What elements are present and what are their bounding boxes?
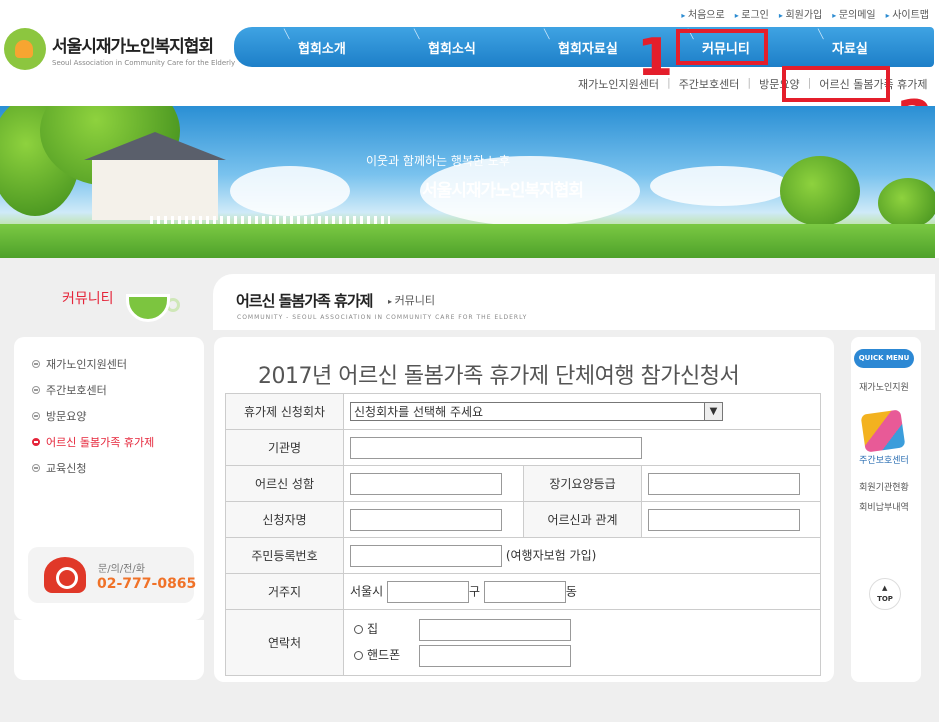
quick-menu-header: QUICK MENU [854,349,914,368]
highlight-box-community [676,29,768,65]
bullet-icon [32,438,40,446]
bullet-icon [32,360,40,368]
banner-title: 서울시재가노인복지협회 [422,181,584,201]
left-menu-footer [14,620,204,680]
lnb-item-home-support[interactable]: 재가노인지원센터 [32,351,204,377]
city-label: 서울시 [350,584,384,598]
nav-about[interactable]: 협회소개 [284,30,346,57]
home-phone-input[interactable] [418,618,571,641]
care-grade-input[interactable] [648,472,800,495]
gu-label: 구 [468,584,480,598]
lnb-item-day-care[interactable]: 주간보호센터 [32,377,204,403]
site-logo[interactable]: 서울시재가노인복지협회 Seoul Association in Communi… [4,28,235,70]
gu-input[interactable] [386,580,469,603]
nav-resources[interactable]: 자료실 [818,30,868,57]
quick-item-member-status[interactable]: 회원기관현황 [854,480,914,493]
util-link-login[interactable]: 로그인 [735,6,769,21]
rrn-note: (여행자보험 가입) [505,548,597,562]
main-nav: 협회소개 협회소식 협회자료실 커뮤니티 자료실 [234,27,934,67]
care-grade-label: 장기요양등급 [523,465,642,502]
lnb-item-education[interactable]: 교육신청 [32,455,204,481]
util-link-home[interactable]: 처음으로 [681,6,725,21]
home-radio[interactable] [354,625,363,634]
breadcrumb[interactable]: 커뮤니티 [388,292,435,308]
util-link-mail[interactable]: 문의메일 [832,6,876,21]
applicant-input[interactable] [350,508,502,531]
nav-archive[interactable]: 협회자료실 [544,30,618,57]
mobile-phone-input[interactable] [418,644,571,667]
quick-item-home-support[interactable]: 재가노인지원 [854,380,914,393]
section-name: 커뮤니티 [62,291,114,307]
hero-banner: 이웃과 함께하는 행복한 노후 서울시재가노인복지협회 [0,106,935,258]
subnav-home-support[interactable]: 재가노인지원센터 [578,76,659,92]
phone-icon [44,557,86,593]
page-title: 어르신 돌봄가족 휴가제 [236,292,373,310]
contact-number: 02-777-0865 [97,576,197,592]
rrn-label: 주민등록번호 [225,537,344,574]
nav-news[interactable]: 협회소식 [414,30,476,57]
application-form: 휴가제 신청회차 신청회차를 선택해 주세요 ▼ 기관명 어르신 성함 장기요양… [225,393,821,676]
highlight-box-vacation [782,66,890,102]
bullet-icon [32,412,40,420]
day-care-icon [860,409,906,453]
mobile-label: 핸드폰 [367,648,401,662]
elder-name-label: 어르신 성함 [225,465,344,502]
section-english-subtitle: COMMUNITY - SEOUL ASSOCIATION IN COMMUNI… [237,314,528,321]
org-label: 기관명 [225,429,344,466]
banner-tagline: 이웃과 함께하는 행복한 노후 [366,154,510,168]
utility-links: 처음으로 로그인 회원가입 문의메일 사이트맵 [681,6,929,21]
dong-input[interactable] [483,580,566,603]
top-button[interactable]: TOP [869,578,901,610]
lnb-item-family-vacation[interactable]: 어르신 돌봄가족 휴가제 [32,429,204,455]
contact-field-label: 연락처 [225,609,344,676]
quick-item-day-care[interactable]: 주간보호센터 [854,453,914,466]
util-link-join[interactable]: 회원가입 [779,6,822,21]
home-label: 집 [367,622,379,636]
house-illustration [84,132,226,220]
util-link-sitemap[interactable]: 사이트맵 [886,6,929,21]
logo-subtitle: Seoul Association in Community Care for … [52,58,236,67]
relation-input[interactable] [648,508,800,531]
round-label: 휴가제 신청회차 [225,393,344,430]
contact-label: 문/의/전/화 [98,564,145,575]
relation-label: 어르신과 관계 [523,501,642,538]
lnb-item-home-visit[interactable]: 방문요양 [32,403,204,429]
rrn-input[interactable] [350,544,502,567]
form-title: 2017년 어르신 돌봄가족 휴가제 단체여행 참가신청서 [258,364,740,389]
dong-label: 동 [565,584,577,598]
elder-name-input[interactable] [350,472,502,495]
tea-cup-icon [126,284,180,324]
bullet-icon [32,464,40,472]
logo-icon [4,28,46,70]
applicant-label: 신청자명 [225,501,344,538]
bullet-icon [32,386,40,394]
subnav-day-care[interactable]: 주간보호센터 [679,76,740,92]
chevron-down-icon: ▼ [704,403,722,420]
mobile-radio[interactable] [354,651,363,660]
quick-item-fee-history[interactable]: 회비납부내역 [854,500,914,513]
org-input[interactable] [350,436,642,459]
round-select[interactable]: 신청회차를 선택해 주세요 ▼ [350,402,723,421]
logo-title: 서울시재가노인복지협회 [52,36,214,57]
address-label: 거주지 [225,573,344,610]
